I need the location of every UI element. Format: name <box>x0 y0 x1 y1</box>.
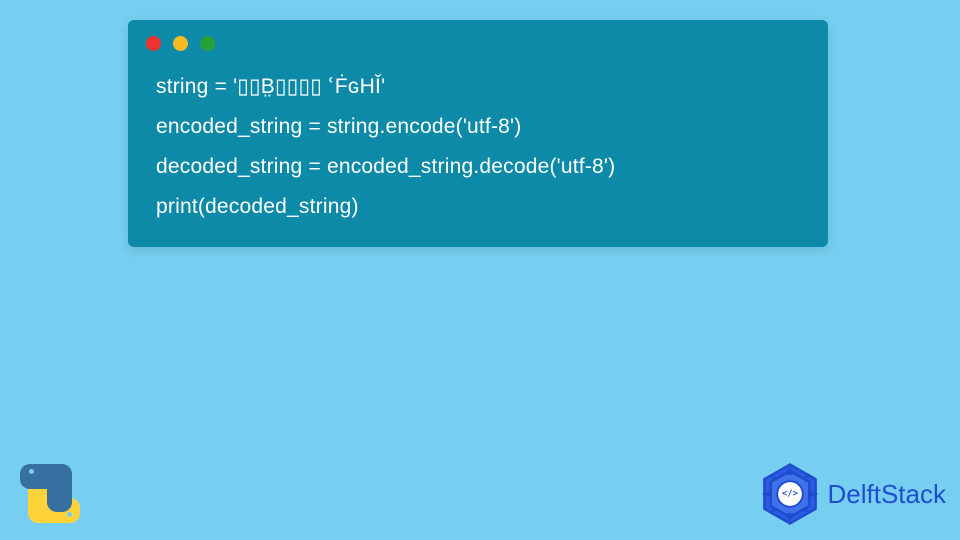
svg-text:</>: </> <box>781 489 797 499</box>
page-root: string = '▯▯B̤▯▯▯▯ ՙḞɢHǏ' encoded_string… <box>0 0 960 540</box>
delftstack-text: DelftStack <box>828 479 947 510</box>
minimize-icon <box>173 36 188 51</box>
code-lines: string = '▯▯B̤▯▯▯▯ ՙḞɢHǏ' encoded_string… <box>128 61 828 227</box>
code-line: decoded_string = encoded_string.decode('… <box>156 147 800 187</box>
maximize-icon <box>200 36 215 51</box>
code-line: print(decoded_string) <box>156 187 800 227</box>
close-icon <box>146 36 161 51</box>
code-block-card: string = '▯▯B̤▯▯▯▯ ՙḞɢHǏ' encoded_string… <box>128 20 828 247</box>
delftstack-badge-icon: </> <box>758 462 822 526</box>
python-icon <box>12 456 86 530</box>
code-line: encoded_string = string.encode('utf-8') <box>156 107 800 147</box>
delftstack-brand: </> DelftStack <box>758 462 947 526</box>
window-controls <box>128 20 828 61</box>
code-line: string = '▯▯B̤▯▯▯▯ ՙḞɢHǏ' <box>156 67 800 107</box>
